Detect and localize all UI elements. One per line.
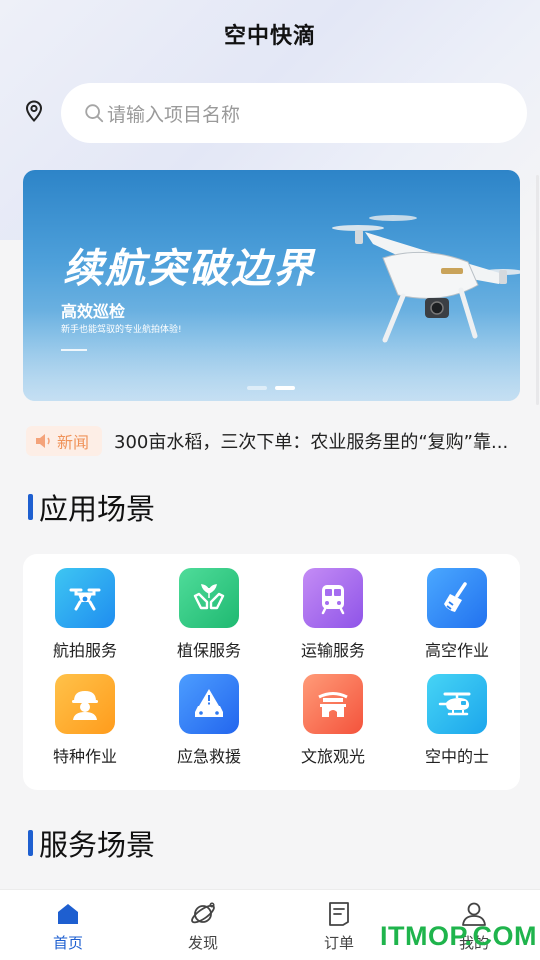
scene-item-plant-protection[interactable]: 植保服务 <box>149 568 269 661</box>
scene-label: 应急救援 <box>176 747 241 766</box>
search-input[interactable]: 请输入项目名称 <box>61 83 527 143</box>
scene-label: 植保服务 <box>176 641 241 660</box>
banner-dot[interactable] <box>247 386 267 390</box>
scene-grid: 航拍服务 植保服务 运输服务 高空作业 特种作业 应急救援 文旅观光 空中的士 <box>23 554 520 790</box>
banner-divider <box>61 349 87 351</box>
banner-pagination <box>247 386 295 390</box>
news-badge: 新闻 <box>26 426 102 456</box>
banner-tagline: 新手也能驾驭的专业航拍体验! <box>61 325 182 335</box>
scene-label: 运输服务 <box>300 641 365 660</box>
speaker-icon <box>36 434 50 448</box>
scene-item-transport[interactable]: 运输服务 <box>273 568 393 661</box>
planet-icon <box>191 902 215 924</box>
section-marker <box>28 830 33 856</box>
drone-image <box>332 215 520 343</box>
scene-item-special-ops[interactable]: 特种作业 <box>25 674 145 767</box>
plant-hands-icon <box>179 568 239 628</box>
section-label: 应用场景 <box>39 492 156 526</box>
worker-icon <box>55 674 115 734</box>
scene-item-cultural-tourism[interactable]: 文旅观光 <box>273 674 393 767</box>
location-pin-icon[interactable] <box>22 99 46 123</box>
promo-banner[interactable]: 续航突破边界 高效巡检 新手也能驾驭的专业航拍体验! <box>23 170 520 401</box>
gate-icon <box>303 674 363 734</box>
order-icon <box>329 902 349 926</box>
section-label: 服务场景 <box>39 828 156 862</box>
tab-discover[interactable]: 发现 <box>163 900 243 953</box>
train-icon <box>303 568 363 628</box>
banner-headline: 续航突破边界 <box>63 246 315 292</box>
watermark-text: ITMOP.COM <box>380 921 538 951</box>
news-badge-label: 新闻 <box>57 433 90 452</box>
section-title-services: 服务场景 <box>28 822 155 864</box>
scene-item-air-taxi[interactable]: 空中的士 <box>397 674 517 767</box>
drone-icon <box>55 568 115 628</box>
scene-item-aerial-photo[interactable]: 航拍服务 <box>25 568 145 661</box>
search-icon <box>85 104 104 123</box>
helicopter-icon <box>427 674 487 734</box>
broom-icon <box>427 568 487 628</box>
scene-label: 航拍服务 <box>52 641 117 660</box>
scene-label: 空中的士 <box>424 747 489 766</box>
banner-subtitle: 高效巡检 <box>61 302 126 321</box>
page-title: 空中快滴 <box>223 24 316 49</box>
scene-label: 文旅观光 <box>300 747 365 766</box>
tab-label: 发现 <box>187 934 218 952</box>
section-marker <box>28 494 33 520</box>
tab-home[interactable]: 首页 <box>28 900 108 953</box>
alert-car-icon <box>179 674 239 734</box>
tab-label: 首页 <box>52 934 83 952</box>
banner-dot-active[interactable] <box>275 386 295 390</box>
scene-item-emergency[interactable]: 应急救援 <box>149 674 269 767</box>
section-title-applications: 应用场景 <box>28 486 155 528</box>
tab-orders[interactable]: 订单 <box>299 900 379 953</box>
search-placeholder: 请输入项目名称 <box>107 103 241 126</box>
scene-item-high-altitude[interactable]: 高空作业 <box>397 568 517 661</box>
scene-label: 高空作业 <box>424 641 489 660</box>
home-icon <box>58 904 78 924</box>
news-headline[interactable]: 300亩水稻，三次下单：农业服务里的“复购”靠... <box>114 428 514 454</box>
scene-label: 特种作业 <box>52 747 117 766</box>
tab-label: 订单 <box>323 934 354 952</box>
scrollbar[interactable] <box>536 175 539 405</box>
